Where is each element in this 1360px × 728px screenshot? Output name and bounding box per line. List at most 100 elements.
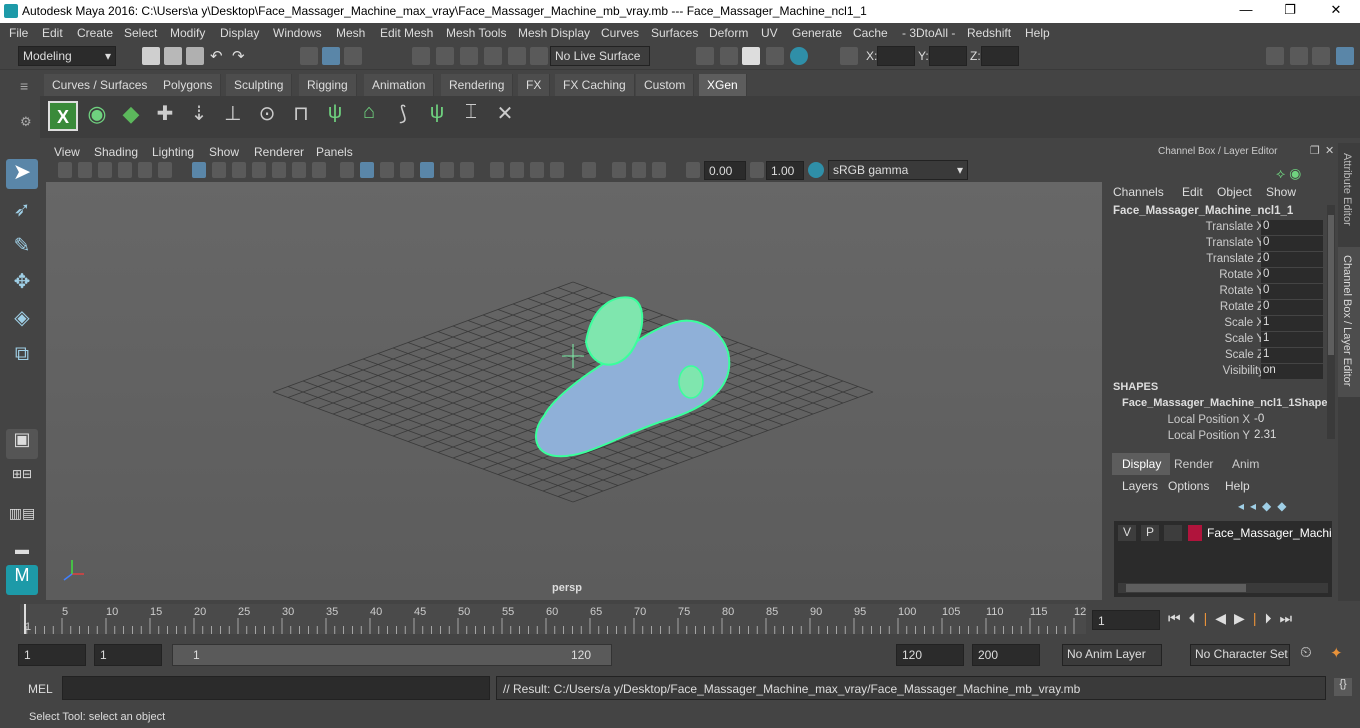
- shelf-tab-curves-surfaces[interactable]: Curves / Surfaces: [44, 74, 157, 96]
- mode-selector[interactable]: Modeling ▾: [18, 46, 116, 66]
- play-forward-icon[interactable]: ▶: [1234, 610, 1253, 626]
- close-button[interactable]: ✕: [1322, 2, 1350, 20]
- shelf-settings-icon[interactable]: ⚙: [20, 114, 32, 130]
- xgen-delete-guide-icon[interactable]: ✕: [490, 101, 520, 131]
- textured-icon[interactable]: [420, 162, 434, 178]
- go-to-end-icon[interactable]: ⏭: [1279, 610, 1300, 626]
- outliner-layout-icon[interactable]: ▥▤: [6, 505, 38, 535]
- command-input[interactable]: [62, 676, 490, 700]
- animation-preferences-icon[interactable]: ✦: [1330, 644, 1343, 662]
- channel-box-icons[interactable]: ⟡ ◉: [1276, 165, 1301, 182]
- vp-menu-renderer[interactable]: Renderer: [254, 145, 304, 159]
- vp-menu-shading[interactable]: Shading: [94, 145, 138, 159]
- xgen-insert-cv-icon[interactable]: ⊥: [218, 101, 248, 131]
- script-editor-icon[interactable]: {}: [1334, 678, 1352, 696]
- redo-icon[interactable]: ↷: [232, 47, 250, 65]
- layer-visibility-toggle[interactable]: V: [1118, 525, 1136, 541]
- maximize-button[interactable]: ❐: [1276, 2, 1304, 20]
- range-bar[interactable]: 1 120: [172, 644, 612, 666]
- menu-edit-mesh[interactable]: Edit Mesh: [380, 26, 433, 40]
- snap-point-icon[interactable]: [460, 47, 478, 65]
- paint-select-tool-icon[interactable]: ✎: [6, 233, 38, 263]
- snap-grid-icon[interactable]: [412, 47, 430, 65]
- channel-menu-channels[interactable]: Channels: [1113, 185, 1164, 199]
- vp-menu-panels[interactable]: Panels: [316, 145, 353, 159]
- color-management-icon[interactable]: [808, 162, 824, 178]
- channel-box-toggle-icon[interactable]: [1336, 47, 1354, 65]
- vp-menu-lighting[interactable]: Lighting: [152, 145, 194, 159]
- camera-select-icon[interactable]: [58, 162, 72, 178]
- transform-input-icon[interactable]: [840, 47, 858, 65]
- channel-row[interactable]: Translate Y0: [1106, 236, 1338, 252]
- menu-help[interactable]: Help: [1025, 26, 1050, 40]
- use-all-lights-icon[interactable]: [440, 162, 454, 178]
- field-chart-icon[interactable]: [272, 162, 286, 178]
- colorspace-dropdown[interactable]: sRGB gamma ▾: [828, 160, 968, 180]
- menu-mesh[interactable]: Mesh: [336, 26, 365, 40]
- channel-scrollbar[interactable]: [1327, 205, 1335, 439]
- xgen-leaf-icon[interactable]: ◆: [116, 101, 146, 131]
- xgen-grass-icon[interactable]: ψ: [320, 101, 350, 131]
- menu-display[interactable]: Display: [220, 26, 259, 40]
- script-language-label[interactable]: MEL: [28, 682, 53, 696]
- shelf-tab-xgen[interactable]: XGen: [699, 74, 747, 96]
- save-scene-icon[interactable]: [186, 47, 204, 65]
- menu-windows[interactable]: Windows: [273, 26, 322, 40]
- select-by-object-icon[interactable]: [322, 47, 340, 65]
- select-by-component-icon[interactable]: [344, 47, 362, 65]
- start-time-field[interactable]: 1: [18, 644, 86, 666]
- resolution-gate-icon[interactable]: [232, 162, 246, 178]
- scroll-thumb[interactable]: [1328, 215, 1334, 355]
- menu-3dtoall[interactable]: - 3DtoAll -: [902, 26, 955, 40]
- menu-file[interactable]: File: [9, 26, 28, 40]
- xgen-grid-icon[interactable]: ⌂: [354, 101, 384, 131]
- playback-end-field[interactable]: 120: [896, 644, 964, 666]
- snap-together-icon[interactable]: [530, 47, 548, 65]
- xgen-preview-icon[interactable]: ◉: [82, 101, 112, 131]
- layer-action-icons[interactable]: ◂◂◆◆: [1238, 499, 1293, 513]
- close-panel-icon[interactable]: ✕: [1325, 144, 1334, 157]
- character-set-dropdown[interactable]: No Character Set: [1190, 644, 1290, 666]
- vp-menu-view[interactable]: View: [54, 145, 80, 159]
- lasso-tool-icon[interactable]: ➶: [6, 197, 38, 227]
- maya-home-icon[interactable]: M: [6, 565, 38, 595]
- shelf-tab-custom[interactable]: Custom: [636, 74, 695, 96]
- layer-name[interactable]: Face_Massager_Machine: [1207, 526, 1331, 540]
- render-settings-icon[interactable]: [766, 47, 784, 65]
- snap-curve-icon[interactable]: [436, 47, 454, 65]
- channel-row[interactable]: Rotate Y0: [1106, 284, 1338, 300]
- xgen-sculpt-guide-icon[interactable]: ⇣: [184, 101, 214, 131]
- image-plane-icon[interactable]: [118, 162, 132, 178]
- ambient-occlusion-icon[interactable]: [582, 162, 596, 178]
- menu-curves[interactable]: Curves: [601, 26, 639, 40]
- grid-toggle-icon[interactable]: [138, 162, 152, 178]
- xgen-groom-icon[interactable]: ψ: [422, 101, 452, 131]
- go-to-start-icon[interactable]: ⏮: [1168, 610, 1189, 626]
- smooth-shade-icon[interactable]: [212, 162, 226, 178]
- channel-box-tab[interactable]: Channel Box / Layer Editor: [1341, 255, 1353, 386]
- gamma-icon[interactable]: [750, 162, 764, 178]
- step-forward-key-icon[interactable]: |: [1253, 610, 1265, 626]
- channel-row[interactable]: Scale Y1: [1106, 332, 1338, 348]
- exposure-icon[interactable]: [686, 162, 700, 178]
- channel-row[interactable]: Rotate Z0: [1106, 300, 1338, 316]
- layer-type-toggle[interactable]: [1164, 525, 1182, 541]
- menu-create[interactable]: Create: [77, 26, 113, 40]
- layer-color-swatch[interactable]: [1188, 525, 1202, 541]
- time-slider[interactable]: 1 5 10 15 20 25 30 35 40 45 50 55 60 65 70 75 80 85 90 95 10…: [20, 604, 1086, 634]
- shelf-tab-rigging[interactable]: Rigging: [299, 74, 357, 96]
- render-frame-icon[interactable]: [720, 47, 738, 65]
- move-tool-icon[interactable]: ✥: [6, 269, 38, 299]
- default-material-icon[interactable]: [380, 162, 394, 178]
- channel-row[interactable]: Scale X1: [1106, 316, 1338, 332]
- wireframe-shading-icon[interactable]: [340, 162, 354, 178]
- layer-playback-toggle[interactable]: P: [1141, 525, 1159, 541]
- gamma-field[interactable]: 1.00: [766, 161, 804, 180]
- channel-row[interactable]: Visibility on: [1106, 364, 1338, 380]
- live-surface-field[interactable]: No Live Surface: [550, 46, 650, 66]
- layer-tab-anim[interactable]: Anim: [1232, 457, 1259, 471]
- four-view-layout-icon[interactable]: ⊞⊟: [6, 467, 38, 497]
- menu-redshift[interactable]: Redshift: [967, 26, 1011, 40]
- anti-aliasing-icon[interactable]: [632, 162, 646, 178]
- safe-action-icon[interactable]: [292, 162, 306, 178]
